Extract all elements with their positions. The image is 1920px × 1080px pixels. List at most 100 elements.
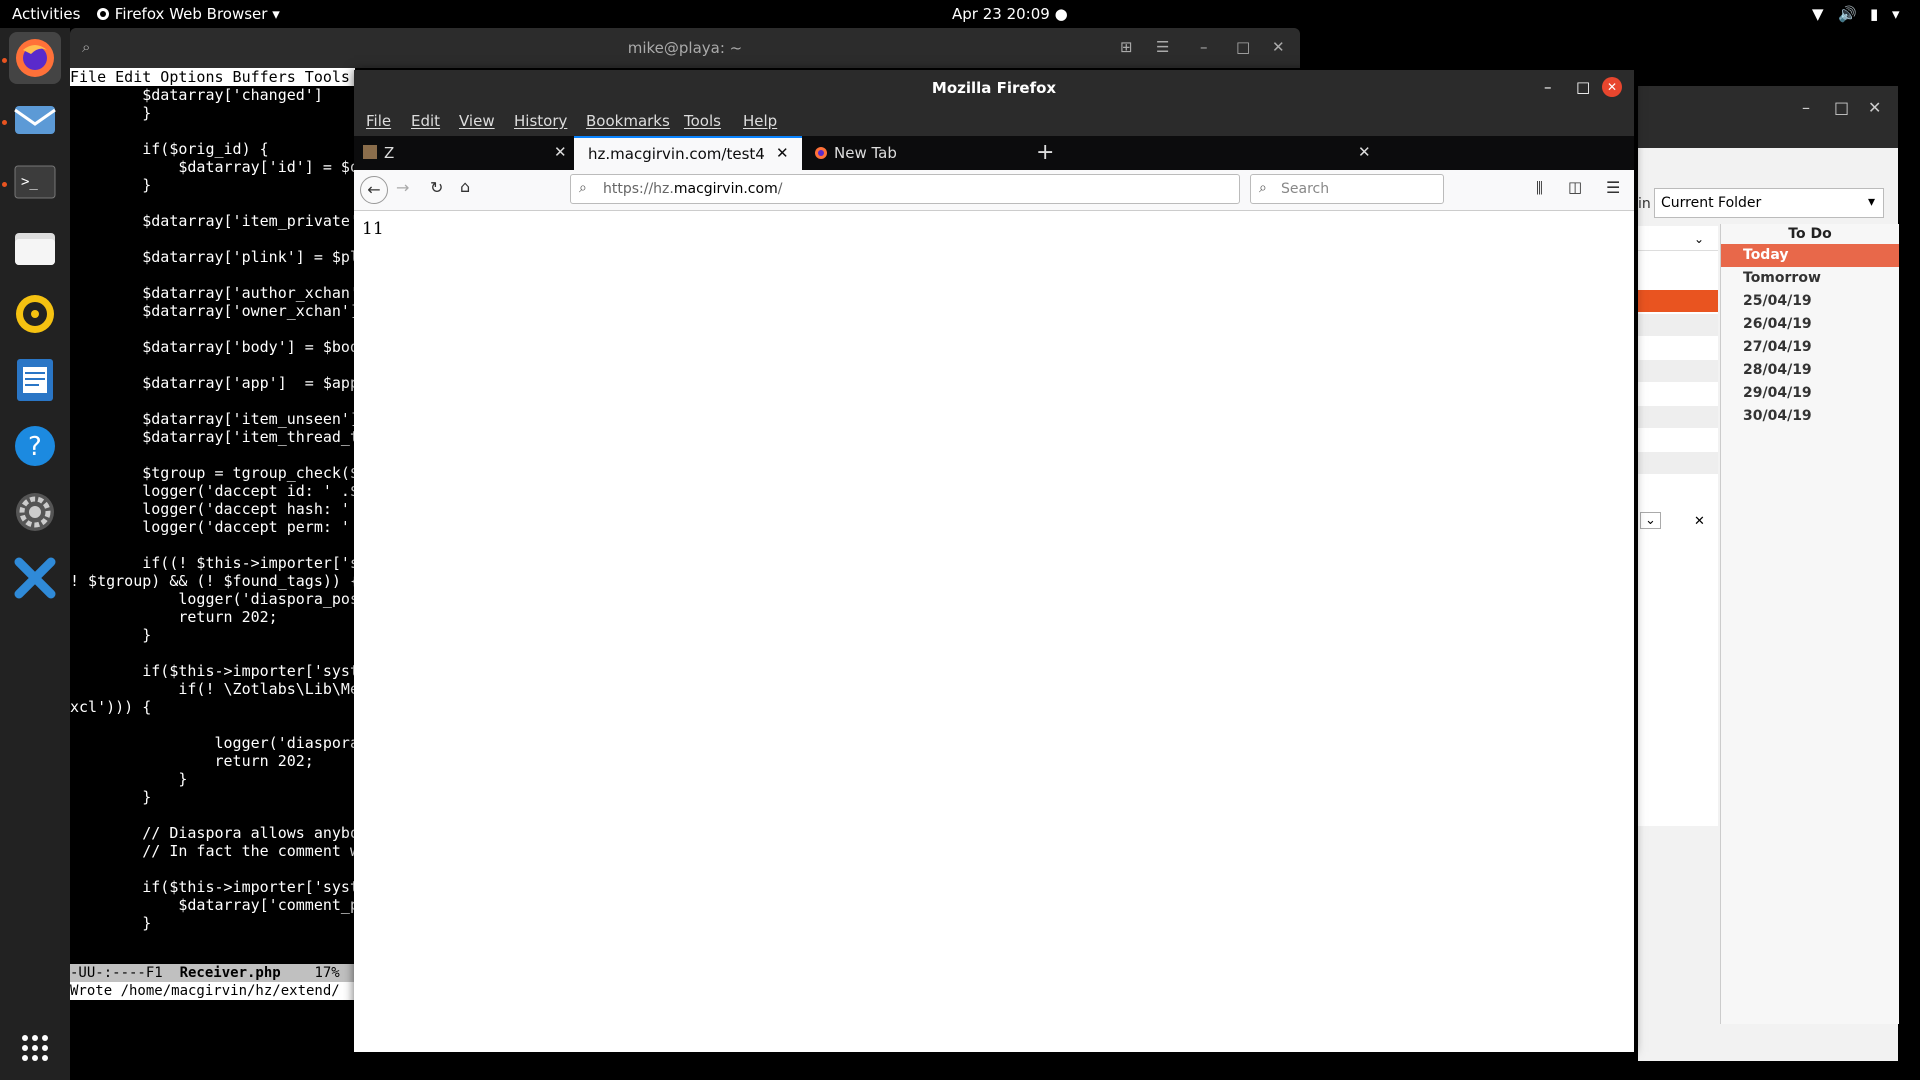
code-line: if($this->importer['syst bbox=[70, 662, 355, 680]
firefox-titlebar: Mozilla Firefox – □ ✕ bbox=[354, 70, 1634, 106]
dock-help[interactable]: ? bbox=[9, 420, 61, 472]
emacs-echo-area: Wrote /home/macgirvin/hz/extend/ bbox=[70, 982, 355, 1000]
dropdown-area[interactable]: ⌄ ✕ bbox=[1638, 508, 1718, 548]
wifi-icon[interactable]: ▼ bbox=[1812, 5, 1824, 23]
menu-tools[interactable]: Tools bbox=[684, 112, 721, 130]
todo-item[interactable]: 29/04/19 bbox=[1721, 382, 1899, 405]
url-bar[interactable]: ⌕ https://hz.macgirvin.com/ bbox=[570, 174, 1240, 204]
todo-item[interactable]: Tomorrow bbox=[1721, 267, 1899, 290]
close-icon[interactable]: ✕ bbox=[1272, 38, 1285, 56]
list-item[interactable] bbox=[1638, 452, 1718, 474]
maximize-icon[interactable]: □ bbox=[1236, 38, 1250, 56]
modeline-filename: Receiver.php bbox=[179, 965, 281, 981]
search-placeholder: Search bbox=[1281, 181, 1330, 197]
close-icon[interactable]: ✕ bbox=[1602, 77, 1622, 97]
home-icon[interactable]: ⌂ bbox=[460, 177, 470, 196]
forward-button-icon[interactable]: → bbox=[396, 178, 409, 197]
menu-help[interactable]: Help bbox=[743, 112, 777, 130]
volume-icon[interactable]: 🔊 bbox=[1838, 5, 1857, 23]
menu-bookmarks[interactable]: Bookmarks bbox=[586, 112, 670, 130]
firefox-icon bbox=[16, 39, 54, 77]
minimize-icon[interactable]: – bbox=[1200, 38, 1208, 56]
hamburger-icon[interactable]: ☰ bbox=[1156, 38, 1169, 56]
clock[interactable]: Apr 23 20:09 ● bbox=[952, 5, 1068, 23]
menu-view[interactable]: View bbox=[459, 112, 495, 130]
folder-select[interactable]: Current Folder ▾ bbox=[1654, 188, 1884, 218]
list-item[interactable] bbox=[1638, 406, 1718, 428]
dock: >_ ? bbox=[0, 28, 70, 1080]
chevron-down-icon: ▾ bbox=[272, 5, 280, 23]
dock-firefox[interactable] bbox=[9, 32, 61, 84]
todo-item[interactable]: 27/04/19 bbox=[1721, 336, 1899, 359]
tab-new[interactable]: New Tab ✕ bbox=[804, 136, 1372, 170]
dock-thunderbird[interactable] bbox=[9, 94, 61, 146]
thunderbird-body: in Current Folder ▾ ⌄ ⌄ ✕ To Do Today Tom… bbox=[1638, 148, 1899, 1061]
list-item[interactable] bbox=[1638, 360, 1718, 382]
code-line: logger('daccept perm: ' bbox=[70, 518, 350, 536]
list-item[interactable] bbox=[1638, 314, 1718, 336]
gear-icon bbox=[16, 493, 54, 531]
code-buffer[interactable]: $datarray['changed'] } if($orig_id) { $d… bbox=[70, 86, 355, 956]
code-line: if($orig_id) { bbox=[70, 140, 269, 158]
back-button-icon[interactable]: ← bbox=[360, 176, 388, 204]
sidebar-icon[interactable]: ◫ bbox=[1568, 178, 1582, 196]
show-applications-button[interactable] bbox=[9, 1022, 61, 1074]
tab-z[interactable]: Z ✕ bbox=[354, 136, 572, 170]
close-tab-icon[interactable]: ✕ bbox=[554, 143, 567, 161]
minimize-icon[interactable]: – bbox=[1802, 98, 1810, 117]
todo-item[interactable]: 28/04/19 bbox=[1721, 359, 1899, 382]
favicon-icon bbox=[363, 145, 377, 159]
menu-history[interactable]: History bbox=[514, 112, 567, 130]
new-tab-plus-icon[interactable]: + bbox=[1036, 140, 1054, 165]
chevron-down-icon[interactable]: ⌄ bbox=[1640, 512, 1661, 529]
close-tab-icon[interactable]: ✕ bbox=[1358, 143, 1371, 161]
search-field[interactable]: ⌕ Search bbox=[1250, 174, 1444, 204]
todo-item[interactable]: 25/04/19 bbox=[1721, 290, 1899, 313]
code-line: return 202; bbox=[70, 752, 314, 770]
reload-icon[interactable]: ↻ bbox=[430, 178, 443, 197]
code-line: logger('daccept id: ' .$ bbox=[70, 482, 355, 500]
system-menu-icon[interactable]: ▾ bbox=[1892, 5, 1900, 23]
code-line: $datarray['item_private' bbox=[70, 212, 355, 230]
close-tab-icon[interactable]: ✕ bbox=[776, 144, 789, 162]
hamburger-menu-icon[interactable]: ☰ bbox=[1606, 178, 1620, 197]
todo-item[interactable]: 26/04/19 bbox=[1721, 313, 1899, 336]
info-icon[interactable]: ⌕ bbox=[579, 180, 587, 196]
tab-test4[interactable]: hz.macgirvin.com/test4 ✕ bbox=[574, 136, 802, 170]
page-text: 11 bbox=[362, 219, 384, 239]
todo-item[interactable]: 30/04/19 bbox=[1721, 405, 1899, 428]
dock-settings[interactable] bbox=[9, 486, 61, 538]
battery-icon[interactable]: ▮ bbox=[1870, 5, 1878, 23]
code-line: $datarray['comment_p bbox=[70, 896, 355, 914]
dock-terminal[interactable]: >_ bbox=[9, 156, 61, 208]
menu-file[interactable]: File bbox=[366, 112, 391, 130]
maximize-icon[interactable]: □ bbox=[1576, 78, 1590, 96]
grid-icon bbox=[22, 1035, 48, 1061]
library-icon[interactable]: ⫼ bbox=[1536, 179, 1543, 197]
chevron-down-icon: ⌄ bbox=[1693, 232, 1704, 246]
dock-writer[interactable] bbox=[9, 354, 61, 406]
code-line: if((! $this->importer['s bbox=[70, 554, 355, 572]
emacs-menubar[interactable]: File Edit Options Buffers Tools bbox=[70, 68, 355, 86]
code-line: $datarray['id'] = $o bbox=[70, 158, 355, 176]
activities-button[interactable]: Activities bbox=[12, 5, 80, 23]
app-menu[interactable]: Firefox Web Browser ▾ bbox=[96, 5, 280, 23]
menu-edit[interactable]: Edit bbox=[411, 112, 440, 130]
close-icon[interactable]: ✕ bbox=[1694, 514, 1705, 529]
folder-select-value: Current Folder bbox=[1661, 195, 1762, 211]
todo-item-today[interactable]: Today bbox=[1721, 244, 1899, 267]
notification-dot-icon: ● bbox=[1054, 5, 1068, 23]
minimize-icon[interactable]: – bbox=[1544, 78, 1552, 96]
selected-row[interactable] bbox=[1638, 290, 1718, 312]
maximize-icon[interactable]: □ bbox=[1834, 98, 1849, 117]
new-tab-icon[interactable]: ⊞ bbox=[1120, 38, 1133, 56]
dock-app[interactable] bbox=[9, 552, 61, 604]
dock-rhythmbox[interactable] bbox=[9, 288, 61, 340]
close-icon[interactable]: ✕ bbox=[1868, 98, 1881, 117]
dock-files[interactable] bbox=[9, 222, 61, 274]
code-line: $datarray['owner_xchan'] bbox=[70, 302, 355, 320]
